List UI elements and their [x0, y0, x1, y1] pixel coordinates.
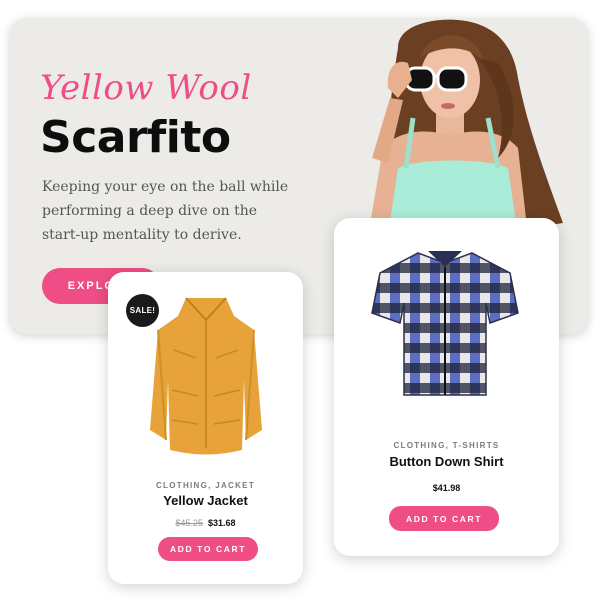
add-to-cart-button[interactable]: ADD TO CART: [158, 537, 258, 561]
sale-price: $31.68: [208, 518, 236, 528]
product-card-jacket[interactable]: SALE! CLOTHING, JACKET Yellow Jacket $45…: [108, 272, 303, 584]
product-category: CLOTHING, T-SHIRTS: [393, 441, 500, 450]
product-price: $41.98: [432, 483, 461, 493]
old-price: $45.25: [175, 518, 203, 528]
add-to-cart-button[interactable]: ADD TO CART: [389, 506, 499, 531]
product-name[interactable]: Button Down Shirt: [334, 454, 559, 469]
price-row: $45.25 $31.68: [108, 518, 303, 528]
hero-title: Scarfito: [40, 112, 231, 163]
product-name[interactable]: Yellow Jacket: [108, 493, 303, 508]
product-card-shirt[interactable]: CLOTHING, T-SHIRTS Button Down Shirt $41…: [334, 218, 559, 556]
hero-script-title: Yellow Wool: [40, 68, 252, 108]
hero-description: Keeping your eye on the ball while perfo…: [42, 179, 289, 243]
shirt-image: [371, 251, 519, 396]
product-category: CLOTHING, JACKET: [155, 481, 256, 490]
model-image: [368, 19, 563, 236]
jacket-image: [150, 297, 262, 455]
